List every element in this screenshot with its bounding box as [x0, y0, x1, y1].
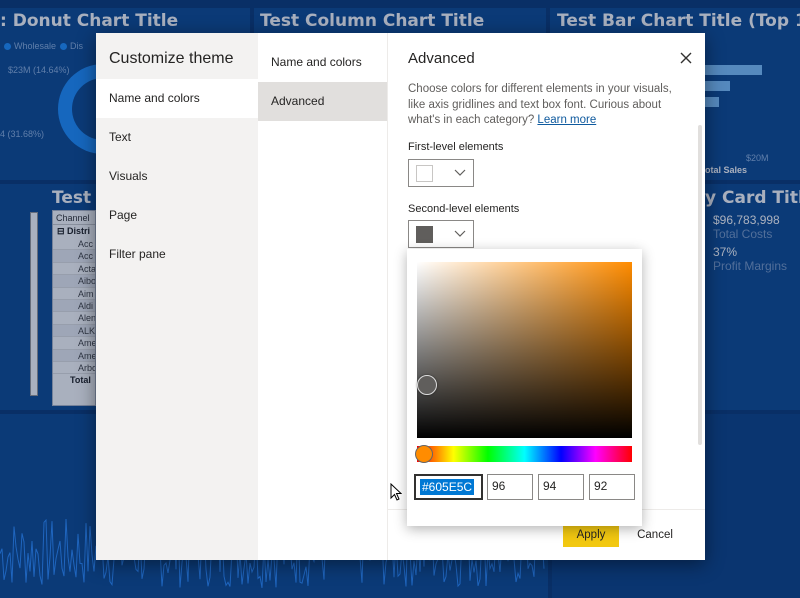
chevron-down-icon: [454, 230, 466, 237]
mouse-cursor-icon: [390, 483, 402, 501]
green-input[interactable]: 94: [538, 474, 584, 500]
primary-nav: Customize theme Name and colors Text Vis…: [96, 33, 258, 560]
color-picker-popup: #605E5C 96 94 92: [407, 249, 642, 526]
close-icon[interactable]: [677, 49, 695, 67]
cancel-button[interactable]: Cancel: [629, 523, 681, 547]
subnav-item-advanced[interactable]: Advanced: [258, 82, 387, 121]
saturation-value-area[interactable]: [417, 262, 632, 438]
second-level-color-dropdown[interactable]: [408, 220, 474, 248]
content-scrollbar[interactable]: [698, 125, 702, 445]
first-level-swatch: [416, 165, 433, 182]
nav-item-page[interactable]: Page: [96, 196, 258, 235]
blue-value: 92: [594, 479, 608, 493]
hue-slider-thumb[interactable]: [415, 445, 433, 463]
learn-more-link[interactable]: Learn more: [537, 114, 596, 126]
content-title: Advanced: [408, 50, 475, 67]
subnav-item-name-and-colors[interactable]: Name and colors: [258, 43, 387, 82]
dialog-title: Customize theme: [109, 50, 234, 67]
apply-button[interactable]: Apply: [563, 523, 619, 547]
saturation-value-thumb[interactable]: [417, 375, 437, 395]
blue-input[interactable]: 92: [589, 474, 635, 500]
second-level-label: Second-level elements: [408, 203, 520, 215]
hex-value: #605E5C: [421, 479, 474, 495]
advanced-description: Choose colors for different elements in …: [408, 82, 683, 129]
secondary-nav: Name and colors Advanced: [258, 33, 388, 560]
first-level-color-dropdown[interactable]: [408, 159, 474, 187]
second-level-swatch: [416, 226, 433, 243]
first-level-label: First-level elements: [408, 141, 504, 153]
hue-slider[interactable]: [417, 446, 632, 462]
nav-item-name-and-colors[interactable]: Name and colors: [96, 79, 258, 118]
hex-input[interactable]: #605E5C: [414, 474, 483, 500]
nav-item-visuals[interactable]: Visuals: [96, 157, 258, 196]
green-value: 94: [543, 479, 557, 493]
red-value: 96: [492, 479, 506, 493]
nav-item-text[interactable]: Text: [96, 118, 258, 157]
chevron-down-icon: [454, 169, 466, 176]
nav-item-filter-pane[interactable]: Filter pane: [96, 235, 258, 274]
red-input[interactable]: 96: [487, 474, 533, 500]
